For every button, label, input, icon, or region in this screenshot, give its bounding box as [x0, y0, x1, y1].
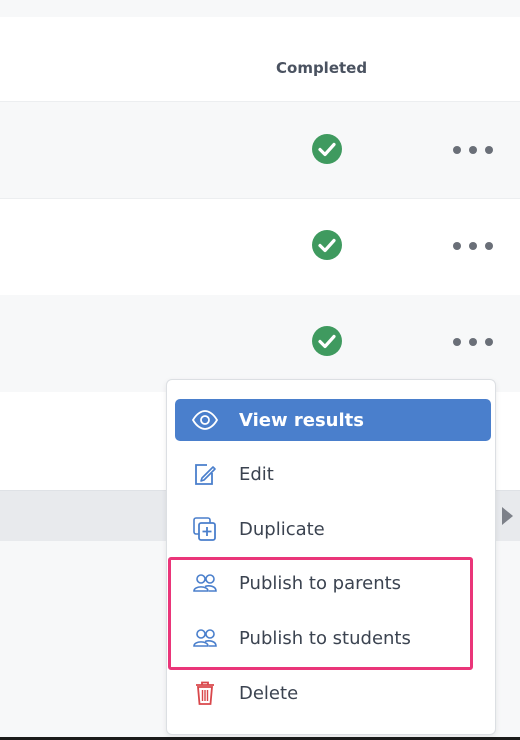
- completed-check-icon: [312, 134, 342, 164]
- menu-item-delete[interactable]: Delete: [175, 672, 491, 714]
- table-row: [0, 295, 520, 391]
- menu-item-label: Delete: [239, 683, 299, 704]
- menu-item-label: View results: [239, 410, 364, 431]
- column-header-completed: Completed: [276, 59, 368, 77]
- completed-check-icon: [312, 326, 342, 356]
- completed-check-icon: [312, 230, 342, 260]
- menu-item-label: Edit: [239, 464, 274, 485]
- more-options-button[interactable]: [451, 334, 495, 350]
- table-row: [0, 102, 520, 198]
- menu-item-label: Duplicate: [239, 519, 325, 540]
- menu-item-duplicate[interactable]: Duplicate: [175, 508, 491, 550]
- more-options-button[interactable]: [451, 142, 495, 158]
- table-row: [0, 198, 520, 296]
- users-icon: [191, 625, 219, 651]
- scroll-right-arrow-icon[interactable]: [502, 507, 513, 525]
- duplicate-icon: [191, 516, 219, 542]
- menu-item-publish-to-parents[interactable]: Publish to parents: [175, 562, 491, 604]
- menu-item-label: Publish to students: [239, 628, 411, 649]
- menu-item-publish-to-students[interactable]: Publish to students: [175, 617, 491, 659]
- edit-icon: [191, 461, 219, 487]
- menu-item-edit[interactable]: Edit: [175, 453, 491, 495]
- users-icon: [191, 570, 219, 596]
- more-options-button[interactable]: [451, 238, 495, 254]
- menu-item-view-results[interactable]: View results: [175, 399, 491, 441]
- eye-icon: [191, 407, 219, 433]
- context-menu: View results Edit Duplicate Publish to p…: [166, 379, 496, 735]
- menu-item-label: Publish to parents: [239, 573, 402, 594]
- top-strip: [0, 0, 520, 17]
- table-header: Completed: [0, 17, 520, 102]
- trash-icon: [191, 680, 219, 706]
